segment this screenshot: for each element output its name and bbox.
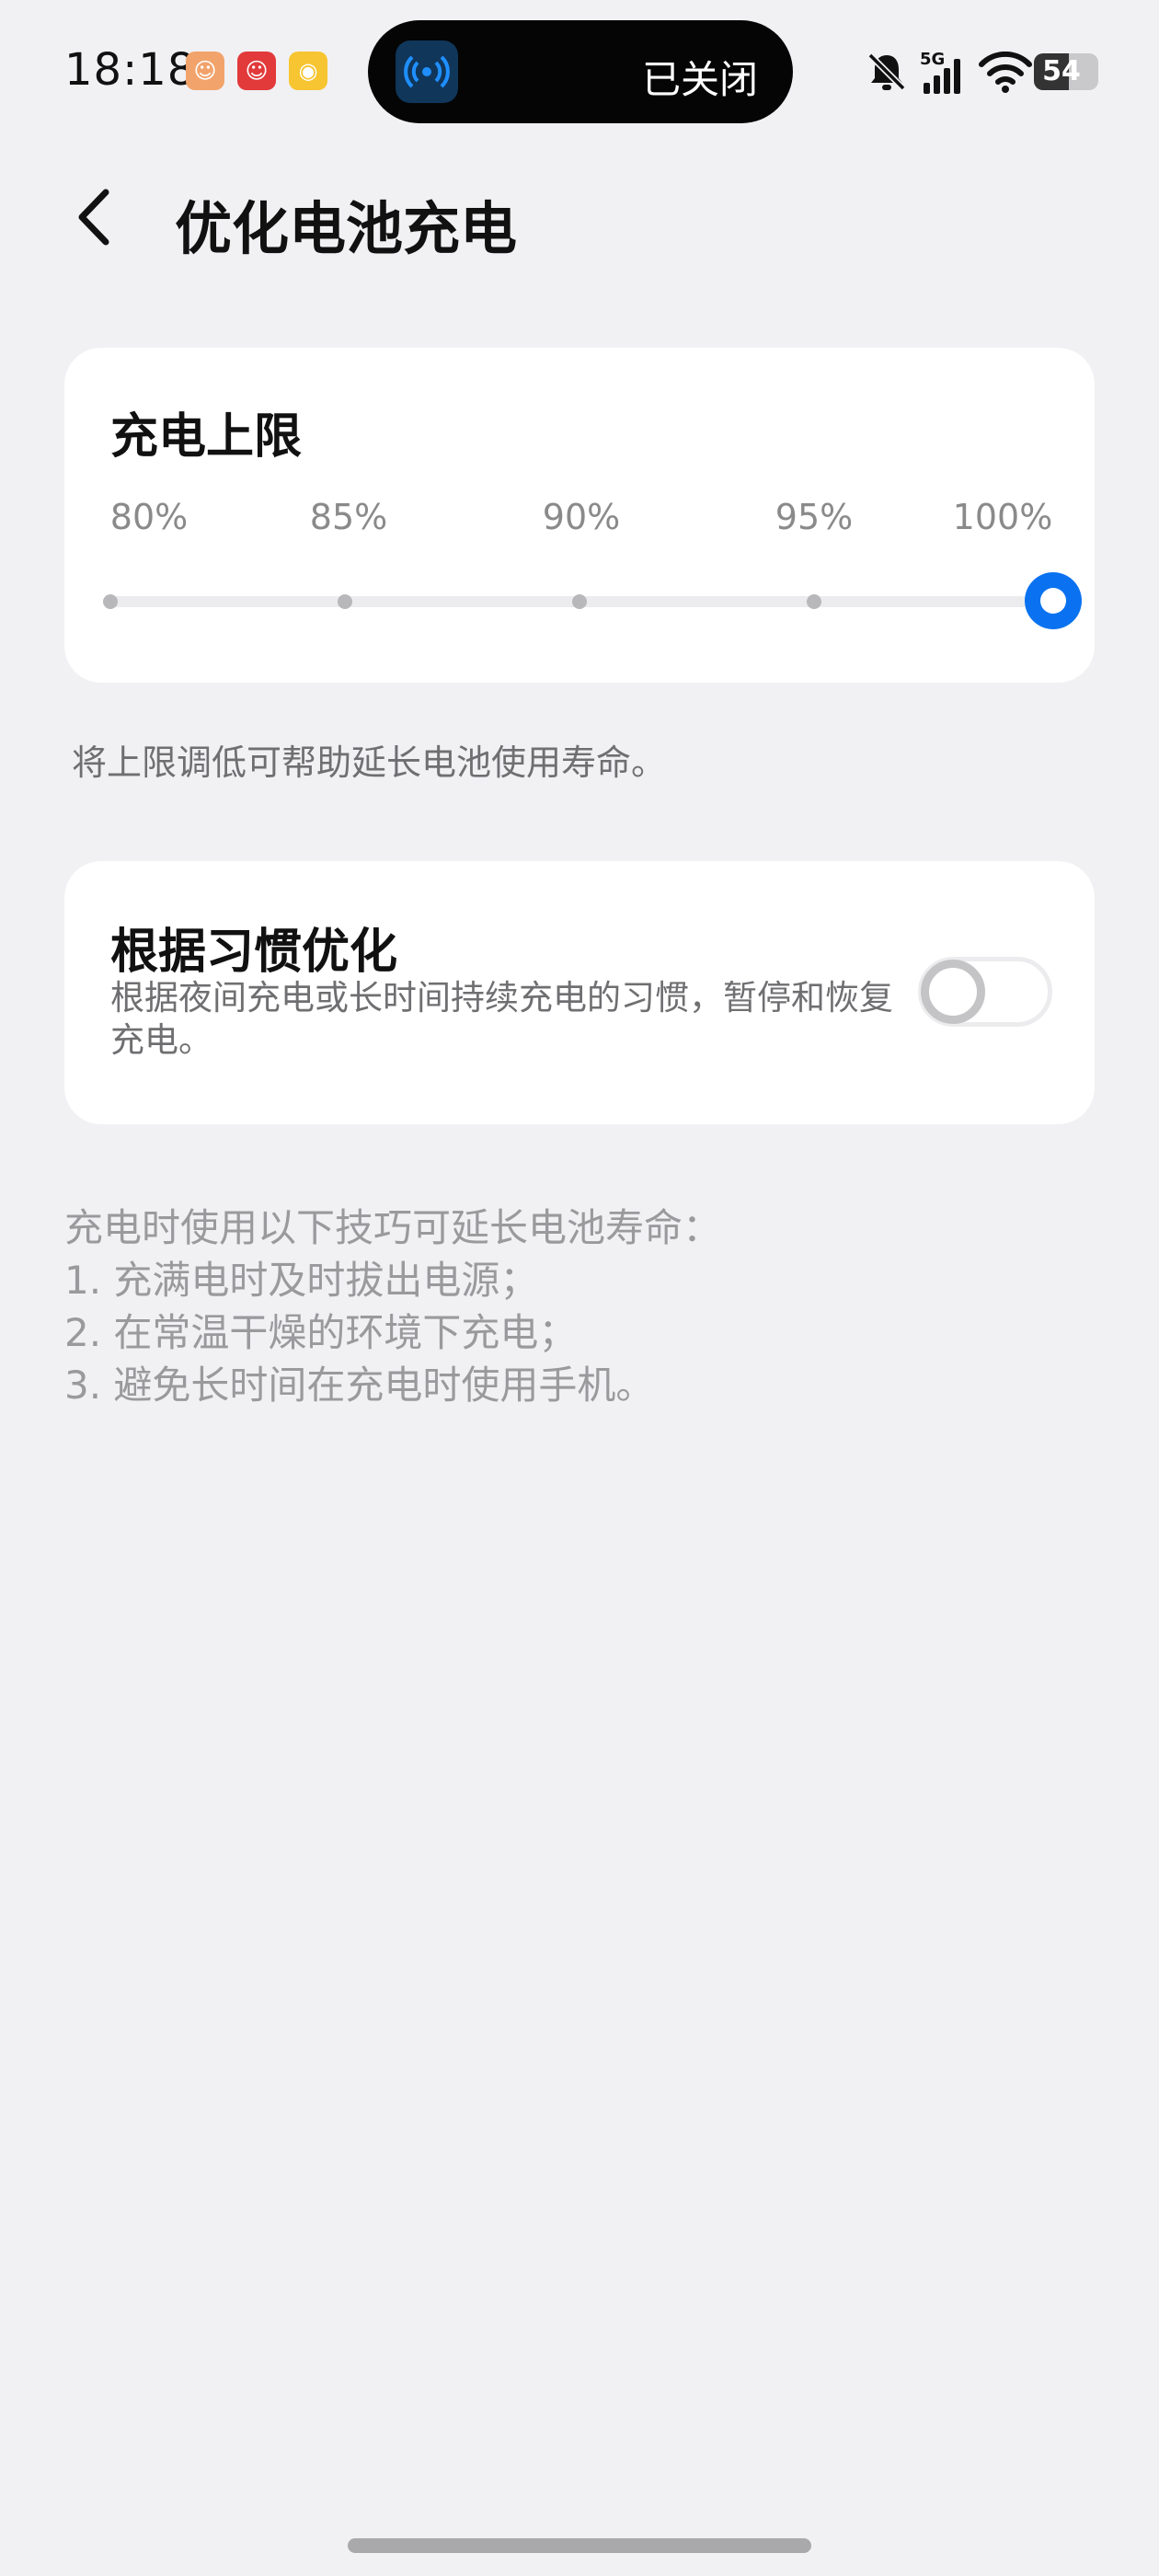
habit-title: 根据习惯优化 (110, 925, 398, 980)
habit-description: 根据夜间充电或长时间持续充电的习惯，暂停和恢复充电。 (110, 978, 893, 1060)
island-status-text: 已关闭 (641, 57, 758, 102)
toggle-knob (921, 960, 985, 1024)
dynamic-island[interactable]: 已关闭 (368, 20, 793, 123)
santa-app-icon: ☺ (237, 52, 276, 90)
tick-label-90[interactable]: 90% (517, 497, 646, 537)
tip-item: 2. 在常温干燥的环境下充电； (64, 1310, 578, 1355)
tick-label-95[interactable]: 95% (750, 497, 878, 537)
charge-limit-title: 充电上限 (110, 409, 303, 465)
slider-stop-85[interactable] (338, 594, 352, 609)
back-button[interactable] (61, 182, 125, 252)
charge-limit-hint: 将上限调低可帮助延长电池使用寿命。 (72, 742, 667, 783)
tip-item: 1. 充满电时及时拔出电源； (64, 1258, 539, 1303)
signal-icon: 5G (918, 48, 970, 96)
home-indicator[interactable] (348, 2538, 811, 2553)
weibo-app-icon: ◉ (289, 52, 327, 90)
tick-label-80[interactable]: 80% (85, 497, 213, 537)
slider-thumb-center (1040, 588, 1066, 614)
pet-app-icon: ☺ (186, 52, 224, 90)
slider-stop-90[interactable] (572, 594, 587, 609)
charge-limit-slider-track[interactable] (109, 596, 1028, 607)
status-time: 18:18 (64, 44, 197, 96)
tips-heading: 充电时使用以下技巧可延长电池寿命： (64, 1205, 722, 1250)
status-bar: 18:18 ☺ ☺ ◉ 已关闭 5G 54 (0, 0, 1159, 147)
battery-tips: 充电时使用以下技巧可延长电池寿命： 1. 充满电时及时拔出电源； 2. 在常温干… (64, 1202, 1095, 1411)
battery-level: 54 (1042, 55, 1081, 87)
charge-limit-card: 充电上限 80% 85% 90% 95% 100% (64, 348, 1095, 683)
page-title: 优化电池充电 (175, 195, 518, 262)
slider-stop-80[interactable] (103, 594, 118, 609)
chevron-left-icon (78, 189, 109, 246)
tick-label-100[interactable]: 100% (938, 497, 1067, 537)
charge-limit-slider-thumb[interactable] (1025, 572, 1082, 629)
wifi-icon (979, 51, 1032, 94)
broadcast-icon (396, 40, 458, 103)
network-label: 5G (920, 50, 945, 69)
habit-toggle[interactable] (918, 957, 1052, 1027)
slider-stop-95[interactable] (807, 594, 821, 609)
habit-optimization-card[interactable]: 根据习惯优化 根据夜间充电或长时间持续充电的习惯，暂停和恢复充电。 (64, 861, 1095, 1124)
battery-icon: 54 (1034, 53, 1098, 90)
tip-item: 3. 避免长时间在充电时使用手机。 (64, 1363, 655, 1408)
tick-label-85[interactable]: 85% (284, 497, 413, 537)
bell-muted-icon (865, 50, 909, 94)
